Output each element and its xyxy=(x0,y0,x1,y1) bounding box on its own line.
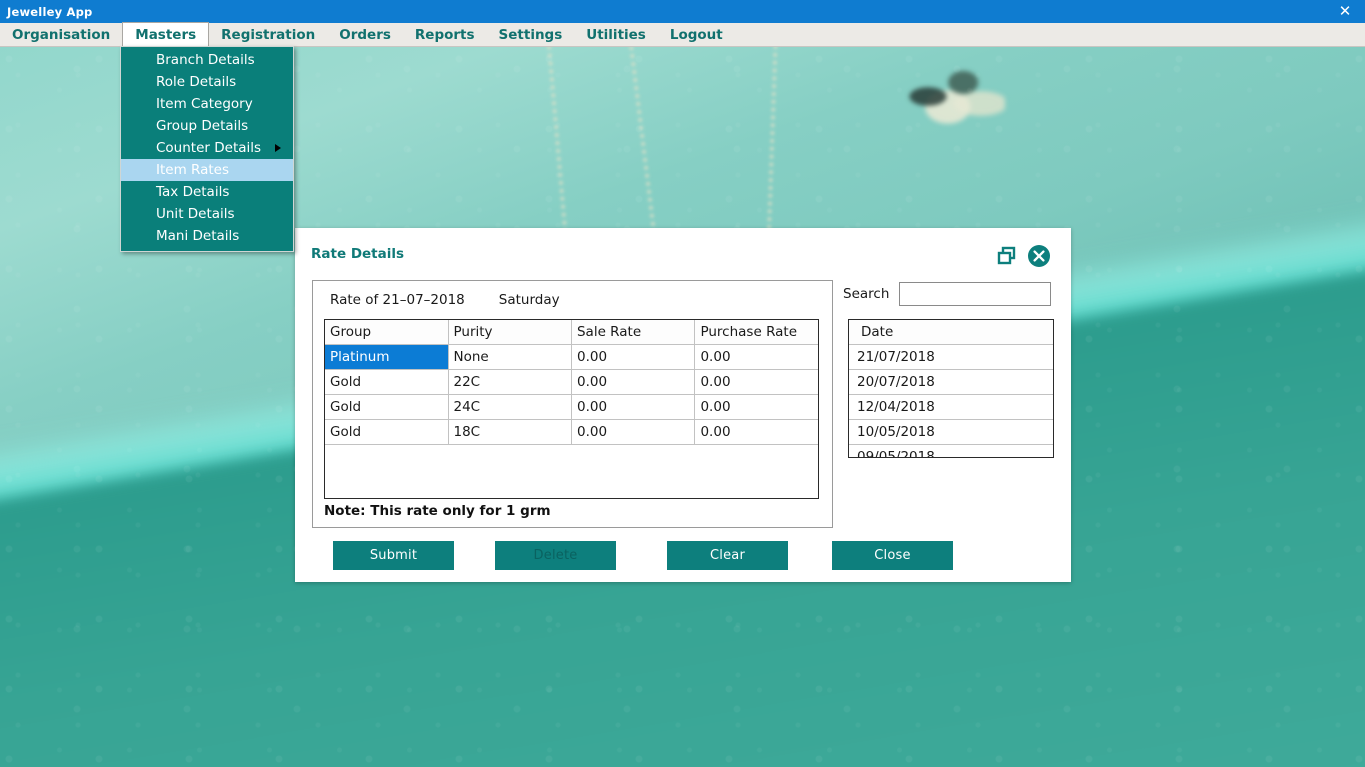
main-menubar: Organisation Masters Registration Orders Rep… xyxy=(0,22,1365,47)
dropdown-item-mani-details[interactable]: Mani Details xyxy=(121,225,293,247)
menu-item-orders[interactable]: Orders xyxy=(327,23,403,46)
close-icon[interactable]: ✕ xyxy=(1325,0,1365,23)
chevron-right-icon xyxy=(275,144,281,152)
menu-item-registration[interactable]: Registration xyxy=(209,23,327,46)
restore-window-icon[interactable] xyxy=(996,245,1018,267)
dropdown-item-label: Mani Details xyxy=(156,228,240,244)
list-item[interactable]: 12/04/2018 xyxy=(849,394,1053,420)
dropdown-item-item-rates[interactable]: Item Rates xyxy=(121,159,293,181)
rates-cell: Gold xyxy=(325,419,449,445)
dropdown-item-label: Tax Details xyxy=(156,184,230,200)
rates-table-body: Platinum None 0.00 0.00 Gold 22C 0.00 0.00 Gold 2… xyxy=(325,344,818,445)
rates-cell: 0.00 xyxy=(694,394,818,420)
rates-panel: Rate of 21–07–2018 Saturday Group Purity Sa… xyxy=(312,280,833,528)
rates-cell: 0.00 xyxy=(571,394,696,420)
close-circle-icon[interactable] xyxy=(1027,244,1051,268)
dropdown-item-unit-details[interactable]: Unit Details xyxy=(121,203,293,225)
delete-button: Delete xyxy=(495,541,616,570)
date-column-header: Date xyxy=(849,320,1053,345)
rates-cell: 0.00 xyxy=(694,344,818,370)
list-item[interactable]: 20/07/2018 xyxy=(849,369,1053,395)
table-row[interactable]: Gold 18C 0.00 0.00 xyxy=(325,419,818,445)
date-table-head: Date xyxy=(849,320,1053,345)
dropdown-item-role-details[interactable]: Role Details xyxy=(121,71,293,93)
date-list-grid[interactable]: Date 21/07/2018 20/07/2018 12/04/2018 10/05… xyxy=(848,319,1054,458)
dropdown-item-label: Group Details xyxy=(156,118,249,134)
rates-cell: 0.00 xyxy=(571,419,696,445)
dropdown-item-label: Item Rates xyxy=(156,162,230,178)
menu-item-reports[interactable]: Reports xyxy=(403,23,487,46)
rate-of-label: Rate of 21–07–2018 Saturday xyxy=(330,292,560,308)
table-row[interactable]: Gold 22C 0.00 0.00 xyxy=(325,369,818,395)
rates-cell: 0.00 xyxy=(571,344,696,370)
search-input[interactable] xyxy=(899,282,1052,306)
menu-item-settings[interactable]: Settings xyxy=(487,23,575,46)
window-title: Jewelley App xyxy=(7,4,93,19)
table-row[interactable]: Platinum None 0.00 0.00 xyxy=(325,344,818,370)
rates-table-head: Group Purity Sale Rate Purchase Rate xyxy=(325,320,818,345)
date-cell: 09/05/2018 xyxy=(849,444,1053,457)
search-label: Search xyxy=(843,286,890,302)
rates-cell: 0.00 xyxy=(571,369,696,395)
submit-button[interactable]: Submit xyxy=(333,541,454,570)
dialog-window-controls xyxy=(996,244,1051,268)
rates-cell: Gold xyxy=(325,394,449,420)
rates-cell: 18C xyxy=(448,419,572,445)
list-item[interactable]: 10/05/2018 xyxy=(849,419,1053,445)
dropdown-item-item-category[interactable]: Item Category xyxy=(121,93,293,115)
dropdown-item-group-details[interactable]: Group Details xyxy=(121,115,293,137)
menu-item-organisation[interactable]: Organisation xyxy=(0,23,122,46)
rates-column-header: Sale Rate xyxy=(571,320,696,345)
clear-button[interactable]: Clear xyxy=(667,541,788,570)
rates-cell: 0.00 xyxy=(694,419,818,445)
dropdown-item-label: Branch Details xyxy=(156,52,255,68)
table-row[interactable]: Gold 24C 0.00 0.00 xyxy=(325,394,818,420)
rate-note: Note: This rate only for 1 grm xyxy=(324,503,551,519)
date-header-row: Date xyxy=(849,320,1053,345)
masters-dropdown-menu: Branch Details Role Details Item Category G… xyxy=(120,46,294,252)
search-row: Search xyxy=(843,282,1052,306)
dialog-button-row: Submit Delete Clear Close xyxy=(295,541,1071,571)
rates-cell: 24C xyxy=(448,394,572,420)
rates-cell: 22C xyxy=(448,369,572,395)
list-item[interactable]: 21/07/2018 xyxy=(849,344,1053,370)
dropdown-item-label: Item Category xyxy=(156,96,253,112)
menu-item-masters[interactable]: Masters xyxy=(122,22,210,46)
rates-column-header: Purchase Rate xyxy=(694,320,818,345)
dialog-title: Rate Details xyxy=(311,246,405,262)
rates-column-header: Purity xyxy=(448,320,572,345)
date-table-body: 21/07/2018 20/07/2018 12/04/2018 10/05/2018… xyxy=(849,344,1053,457)
menu-item-logout[interactable]: Logout xyxy=(658,23,735,46)
dropdown-item-branch-details[interactable]: Branch Details xyxy=(121,49,293,71)
rate-of-weekday: Saturday xyxy=(498,292,560,308)
list-item[interactable]: 09/05/2018 xyxy=(849,444,1053,457)
date-cell: 21/07/2018 xyxy=(849,344,1053,370)
close-button[interactable]: Close xyxy=(832,541,953,570)
rates-cell: 0.00 xyxy=(694,369,818,395)
dropdown-item-label: Role Details xyxy=(156,74,237,90)
dropdown-item-counter-details[interactable]: Counter Details xyxy=(121,137,293,159)
dropdown-item-label: Counter Details xyxy=(156,140,262,156)
rates-table: Group Purity Sale Rate Purchase Rate Platin… xyxy=(325,320,818,445)
window-titlebar: Jewelley App ✕ xyxy=(0,0,1365,23)
rates-cell: Gold xyxy=(325,369,449,395)
date-cell: 12/04/2018 xyxy=(849,394,1053,420)
date-cell: 20/07/2018 xyxy=(849,369,1053,395)
rate-details-dialog: Rate Details Rate of 21–07–2018 Saturday xyxy=(295,228,1071,582)
rates-grid[interactable]: Group Purity Sale Rate Purchase Rate Platin… xyxy=(324,319,819,499)
rate-of-date: Rate of 21–07–2018 xyxy=(330,292,465,308)
dropdown-item-label: Unit Details xyxy=(156,206,235,222)
date-table: Date 21/07/2018 20/07/2018 12/04/2018 10/05… xyxy=(849,320,1053,457)
rates-header-row: Group Purity Sale Rate Purchase Rate xyxy=(325,320,818,345)
rates-cell: None xyxy=(448,344,572,370)
dropdown-item-tax-details[interactable]: Tax Details xyxy=(121,181,293,203)
rates-cell: Platinum xyxy=(325,344,449,370)
rates-column-header: Group xyxy=(325,320,449,345)
date-cell: 10/05/2018 xyxy=(849,419,1053,445)
application-window: Jewelley App ✕ Organisation Masters Regist… xyxy=(0,0,1365,767)
menu-item-utilities[interactable]: Utilities xyxy=(574,23,658,46)
